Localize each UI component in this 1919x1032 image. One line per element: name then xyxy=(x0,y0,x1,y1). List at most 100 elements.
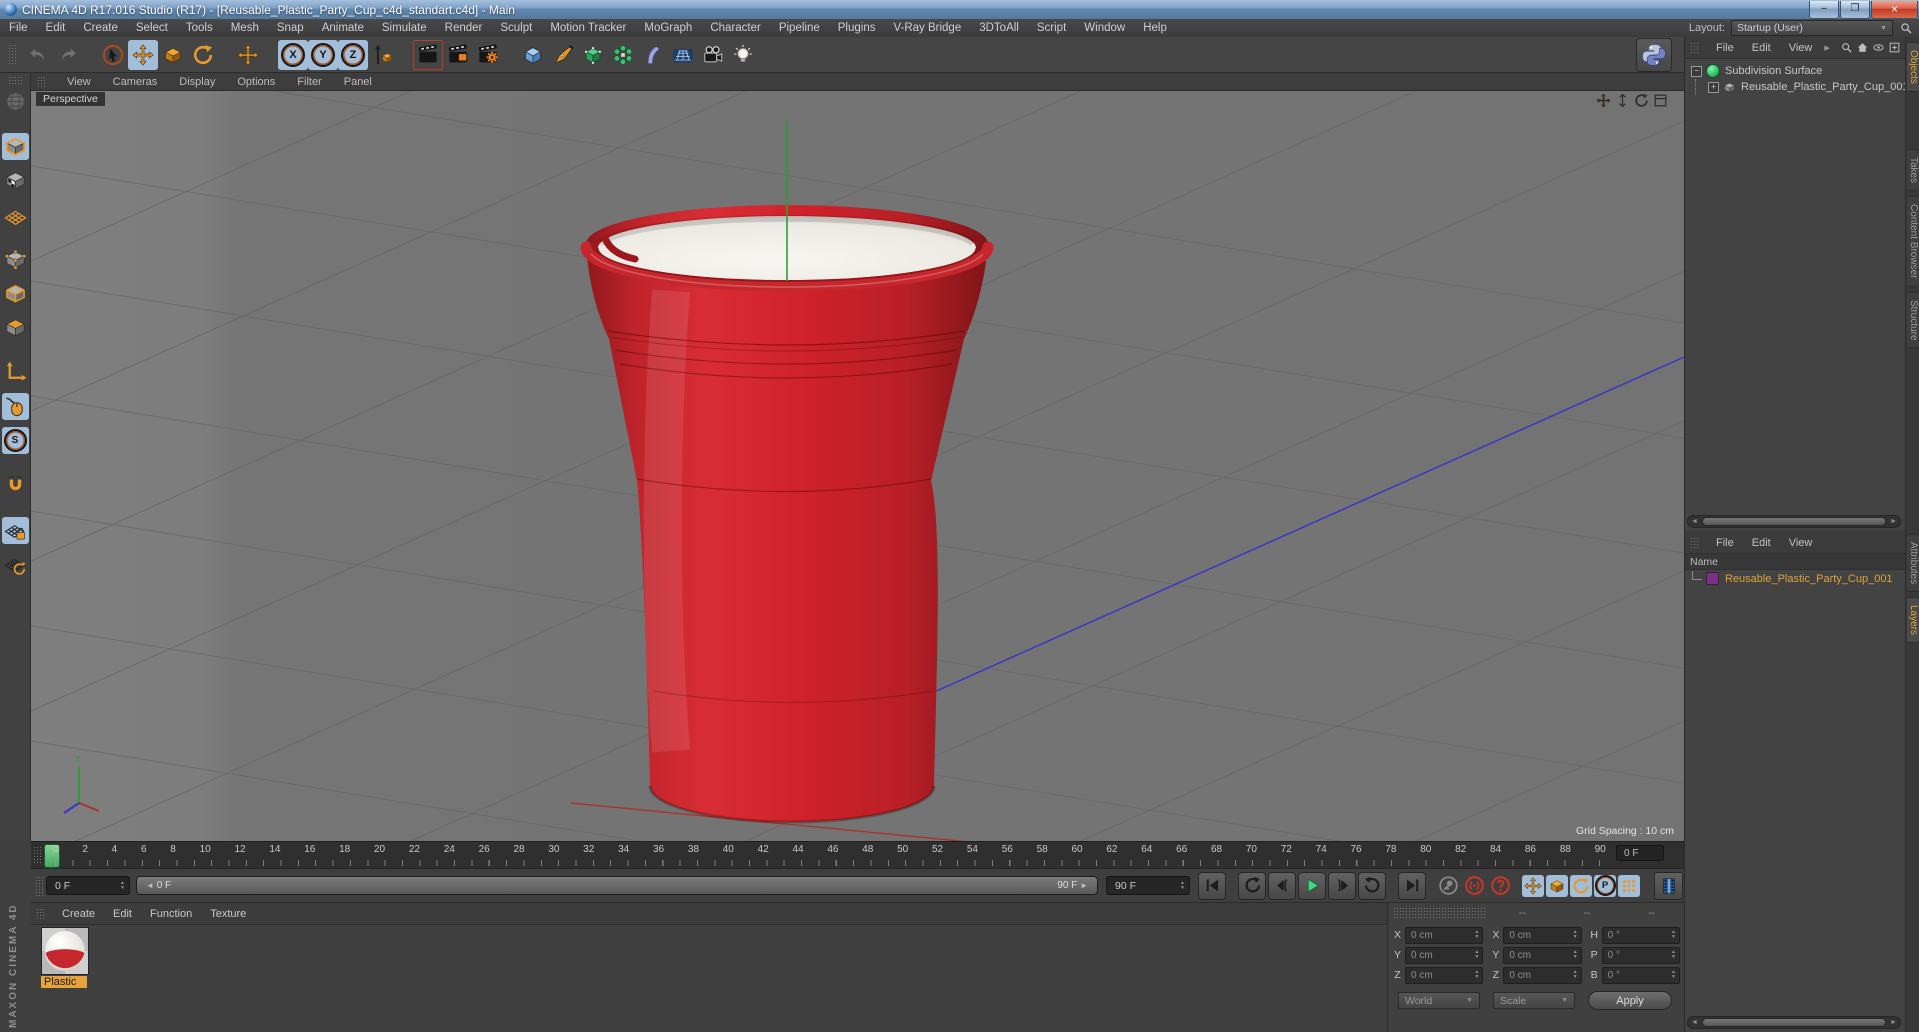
viewport-menu-item[interactable]: Panel xyxy=(333,76,383,88)
stepper-icon[interactable]: ▲ ▼ xyxy=(1474,950,1479,960)
menu-item[interactable]: 3DToAll xyxy=(970,22,1028,34)
key-rotation-toggle[interactable] xyxy=(1570,874,1592,897)
viewport-camera-label[interactable]: Perspective xyxy=(36,92,105,106)
stepper-icon[interactable]: ▲ ▼ xyxy=(1474,970,1479,980)
polygons-mode[interactable] xyxy=(2,314,29,341)
coordinate-field[interactable]: 0 ° ▲ ▼ xyxy=(1601,946,1680,964)
key-parameter-toggle[interactable]: P xyxy=(1594,874,1616,897)
scroll-right-icon[interactable]: ► xyxy=(1887,518,1900,525)
coordinate-field[interactable]: 0 ° ▲ ▼ xyxy=(1601,966,1680,984)
material-grip[interactable] xyxy=(36,907,45,920)
key-scale-toggle[interactable] xyxy=(1546,874,1568,897)
redo-button[interactable] xyxy=(53,40,83,70)
stepper-icon[interactable]: ▲ ▼ xyxy=(1573,970,1578,980)
scroll-left-icon[interactable]: ◄ xyxy=(1688,1019,1701,1026)
name-column-header[interactable]: Name xyxy=(1685,554,1905,570)
lock-y-axis[interactable]: Y xyxy=(308,39,338,70)
object-manager-menu-item[interactable]: File xyxy=(1707,42,1743,54)
lock-x-axis[interactable]: X xyxy=(278,39,308,70)
layer-manager-hscrollbar[interactable]: ◄ ► xyxy=(1687,1016,1901,1029)
key-position-toggle[interactable] xyxy=(1522,874,1544,897)
menu-item[interactable]: MoGraph xyxy=(635,22,701,34)
layer-color-swatch[interactable] xyxy=(1706,572,1719,585)
om-home-icon[interactable] xyxy=(1856,41,1869,54)
model-mode[interactable] xyxy=(1,133,29,160)
menu-item[interactable]: Animate xyxy=(313,22,373,34)
coordinate-mode-dropdown[interactable]: Scale ▼ xyxy=(1493,992,1575,1009)
minimize-button[interactable]: – xyxy=(1809,0,1839,19)
lock-workplane[interactable] xyxy=(1,517,29,544)
toolbar-grip[interactable] xyxy=(8,43,17,66)
points-mode[interactable] xyxy=(2,246,29,273)
object-manager-menu-item[interactable]: View xyxy=(1780,42,1822,54)
live-selection-tool[interactable] xyxy=(98,40,128,70)
stepper-icon[interactable]: ▲ ▼ xyxy=(1573,930,1578,940)
maximize-button[interactable]: ❒ xyxy=(1840,0,1870,19)
current-frame-field[interactable]: 0 F ▲ ▼ xyxy=(46,876,130,895)
menu-item[interactable]: Pipeline xyxy=(770,22,829,34)
range-end-handle[interactable]: ► xyxy=(1080,881,1088,890)
menu-item[interactable]: Window xyxy=(1075,22,1134,34)
next-frame-button[interactable] xyxy=(1328,871,1356,900)
render-settings-button[interactable] xyxy=(473,40,503,70)
coordinate-field[interactable]: 0 cm ▲ ▼ xyxy=(1503,966,1582,984)
autokey-button[interactable] xyxy=(1462,873,1487,898)
menu-item[interactable]: Select xyxy=(127,22,177,34)
collapse-icon[interactable]: − xyxy=(1691,65,1702,77)
coordinate-field[interactable]: 0 ° ▲ ▼ xyxy=(1601,926,1680,944)
previous-frame-button[interactable] xyxy=(1268,871,1296,900)
lock-z-axis[interactable]: Z xyxy=(338,39,368,70)
om-addpath-icon[interactable] xyxy=(1888,41,1901,54)
stepper-icon[interactable]: ▲ ▼ xyxy=(1671,970,1676,980)
render-picture-viewer-button[interactable] xyxy=(443,40,473,70)
object-row-subdivision-surface[interactable]: − Subdivision Surface xyxy=(1691,63,1905,79)
menu-item[interactable]: Mesh xyxy=(222,22,268,34)
viewport-menu-item[interactable]: View xyxy=(56,76,102,88)
apply-button[interactable]: Apply xyxy=(1588,991,1672,1010)
layer-row[interactable]: Reusable_Plastic_Party_Cup_001 xyxy=(1685,570,1905,587)
add-bend-deformer[interactable] xyxy=(638,40,668,70)
zoom-view-icon[interactable] xyxy=(1615,93,1630,108)
layer-manager-grip[interactable] xyxy=(1690,536,1699,549)
material-name-label[interactable]: Plastic xyxy=(41,976,87,988)
coordinate-system-dropdown[interactable]: World ▼ xyxy=(1398,992,1480,1009)
add-camera[interactable] xyxy=(698,40,728,70)
layer-manager-menu-item[interactable]: File xyxy=(1707,537,1743,549)
object-manager-menu-item[interactable]: Edit xyxy=(1743,42,1780,54)
snapping-toggle[interactable] xyxy=(2,472,29,499)
add-array-generator[interactable] xyxy=(608,40,638,70)
tab-structure[interactable]: Structure xyxy=(1907,291,1919,349)
window-titlebar[interactable]: CINEMA 4D R17.016 Studio (R17) - [Reusab… xyxy=(0,0,1919,19)
edges-mode[interactable] xyxy=(2,280,29,307)
workplane-mode[interactable] xyxy=(2,201,29,228)
rotate-tool[interactable] xyxy=(188,40,218,70)
enable-axis-mode[interactable] xyxy=(2,359,29,386)
snap-settings[interactable]: S xyxy=(1,427,29,454)
open-timeline-button[interactable] xyxy=(1654,871,1683,900)
add-subdivision-surface[interactable] xyxy=(578,40,608,70)
goto-end-button[interactable] xyxy=(1398,871,1426,900)
timeline-range-slider[interactable]: ◄ 0 F 90 F ► xyxy=(136,876,1098,895)
layer-manager-menu-item[interactable]: Edit xyxy=(1743,537,1780,549)
tab-content-browser[interactable]: Content Browser xyxy=(1907,196,1919,287)
command-search-icon[interactable] xyxy=(1899,21,1913,35)
menu-item[interactable]: Sculpt xyxy=(491,22,541,34)
coordinate-field[interactable]: 0 cm ▲ ▼ xyxy=(1503,926,1582,944)
tab-objects[interactable]: Objects xyxy=(1907,42,1919,92)
menu-item[interactable]: Render xyxy=(436,22,492,34)
menu-item[interactable]: V-Ray Bridge xyxy=(884,22,970,34)
play-reverse-button[interactable] xyxy=(1238,871,1266,900)
menu-item[interactable]: Snap xyxy=(268,22,313,34)
rotate-view-icon[interactable] xyxy=(1634,93,1649,108)
object-manager-hscrollbar[interactable]: ◄ ► xyxy=(1687,515,1901,528)
stepper-icon[interactable]: ▲ ▼ xyxy=(1474,930,1479,940)
last-used-tool[interactable] xyxy=(233,40,263,70)
texture-mode[interactable] xyxy=(2,167,29,194)
material-menu-item[interactable]: Create xyxy=(53,908,104,920)
tab-takes[interactable]: Takes xyxy=(1907,148,1919,192)
scroll-right-icon[interactable]: ► xyxy=(1887,1019,1900,1026)
stepper-icon[interactable]: ▲ ▼ xyxy=(1573,950,1578,960)
key-pla-toggle[interactable] xyxy=(1618,874,1640,897)
menu-item[interactable]: Motion Tracker xyxy=(541,22,635,34)
goto-start-button[interactable] xyxy=(1198,871,1226,900)
